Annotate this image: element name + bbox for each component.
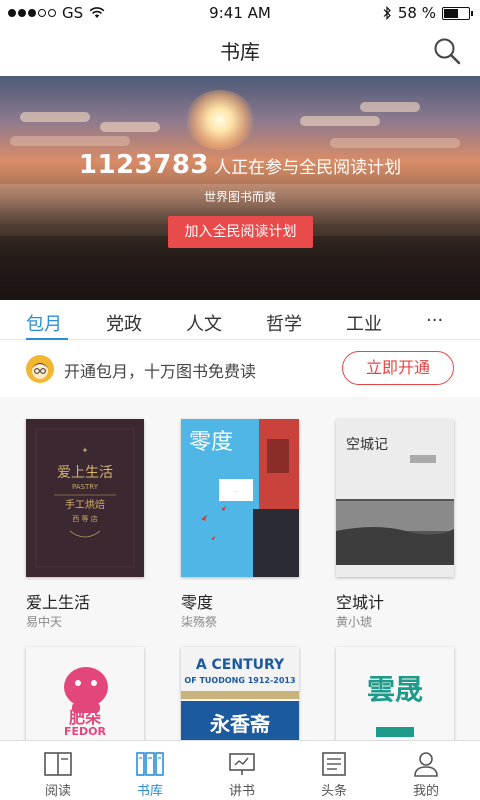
cover-line: 手工烘焙	[65, 498, 105, 511]
banner-subtitle: 世界图书而爽	[203, 190, 276, 204]
reader-count-line: 1123783 人正在参与全民阅读计划	[0, 150, 480, 180]
status-bar: GS 9:41 AM 58 %	[0, 0, 480, 26]
book-author: 黄小琥	[336, 615, 373, 629]
book-open-icon	[44, 752, 72, 776]
book-author: 柒殇祭	[181, 615, 218, 629]
active-tab-indicator	[26, 338, 68, 340]
tab-zhexue[interactable]: 哲学	[266, 310, 302, 336]
cover-title: 空城记	[346, 437, 388, 453]
nav-library[interactable]: 书库	[102, 741, 198, 800]
battery-percent: 58 %	[397, 4, 436, 22]
tab-renwen[interactable]: 人文	[186, 310, 222, 336]
category-tabs: 包月 党政 人文 哲学 工业 ···	[0, 300, 480, 340]
search-icon[interactable]	[432, 36, 462, 66]
page-title: 书库	[220, 40, 260, 64]
cover-title: 雲晟	[367, 673, 423, 706]
nav-profile[interactable]: 我的	[378, 741, 474, 800]
nav-talks-label: 讲书	[228, 784, 255, 799]
subscription-promo: 开通包月，十万图书免费读 立即开通	[0, 341, 480, 397]
book-cover[interactable]: 零度 ·	[181, 419, 299, 577]
avatar	[26, 355, 54, 383]
nav-talks[interactable]: 讲书	[194, 741, 290, 800]
cover-subtitle: FEDOR	[64, 725, 107, 738]
book-title: 零度	[181, 593, 214, 612]
cover-title: A CENTURY	[196, 657, 285, 673]
user-icon	[414, 752, 438, 777]
book-title: 爱上生活	[26, 593, 91, 612]
more-tabs-icon[interactable]: ···	[426, 310, 443, 331]
cover-subtitle: OF TUODONG 1912-2013	[184, 676, 295, 685]
cover-line: 西 等 店	[72, 514, 97, 523]
subscribe-now-button[interactable]: 立即开通	[342, 351, 454, 385]
nav-profile-label: 我的	[412, 784, 439, 799]
tab-dangzheng[interactable]: 党政	[106, 310, 142, 336]
nav-read-label: 阅读	[44, 784, 71, 799]
news-icon	[322, 752, 346, 776]
bottom-nav: 阅读 书库 讲书 头条 我的	[0, 740, 480, 800]
book-cover[interactable]: 空城记	[336, 419, 454, 577]
presentation-icon	[229, 753, 255, 775]
reader-count-text: 人正在参与全民阅读计划	[214, 158, 402, 178]
svg-text:✦: ✦	[82, 446, 89, 455]
book-cover[interactable]: ✦ 爱上生活 PASTRY 手工烘焙 西 等 店	[26, 419, 144, 577]
reader-count: 1123783	[78, 150, 210, 180]
nav-headlines[interactable]: 头条	[286, 741, 382, 800]
nav-read[interactable]: 阅读	[10, 741, 106, 800]
promo-text: 开通包月，十万图书免费读	[64, 362, 257, 381]
bookshelf-icon	[136, 752, 164, 776]
promo-banner[interactable]: 1123783 人正在参与全民阅读计划 世界图书而爽 加入全民阅读计划	[0, 76, 480, 300]
book-grid: ✦ 爱上生活 PASTRY 手工烘焙 西 等 店 爱上生活 易中天 零度 · 零…	[0, 397, 480, 800]
nav-headlines-label: 头条	[320, 784, 347, 799]
book-author: 易中天	[26, 615, 63, 629]
cover-subtitle: PASTRY	[72, 483, 99, 491]
tab-gongye[interactable]: 工业	[346, 310, 382, 336]
nav-library-label: 书库	[136, 784, 163, 799]
top-bar: 书库	[0, 26, 480, 76]
tab-baoyue[interactable]: 包月	[26, 310, 62, 336]
join-reading-plan-button[interactable]: 加入全民阅读计划	[168, 216, 313, 248]
cover-title: 爱上生活	[57, 465, 113, 481]
book-title: 空城计	[336, 593, 385, 612]
battery-icon	[442, 6, 473, 20]
cover-line: 永香斋	[209, 712, 271, 736]
banner-sun	[185, 90, 255, 150]
cover-title: 零度	[189, 430, 233, 455]
bluetooth-icon	[383, 6, 391, 20]
